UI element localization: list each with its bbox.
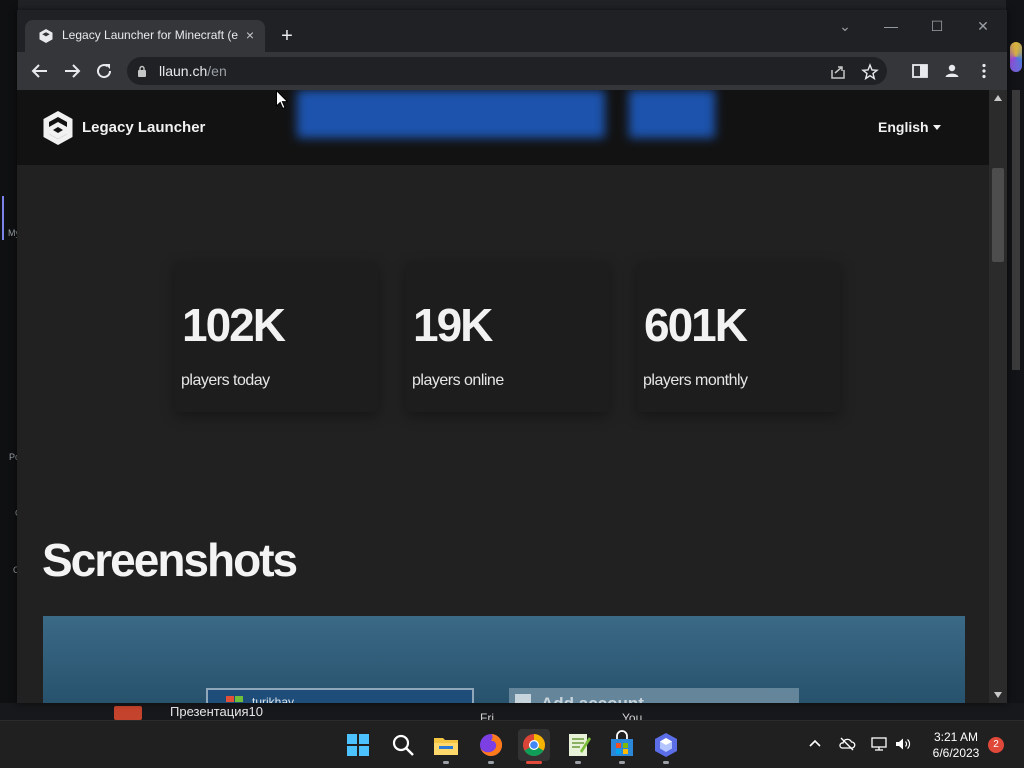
forward-arrow-icon[interactable]: [60, 59, 84, 83]
scrollbar-thumb[interactable]: [992, 168, 1004, 262]
stat-label: players monthly: [643, 372, 748, 389]
network-icon[interactable]: [870, 735, 888, 753]
preview-username: turikhay: [252, 695, 295, 703]
language-selector[interactable]: English: [878, 119, 929, 135]
profile-icon[interactable]: [943, 62, 961, 80]
url-host: llaun.ch: [159, 63, 208, 79]
taskbar-indicator: [575, 761, 581, 764]
blurred-secondary-button: [629, 90, 715, 138]
taskbar-indicator: [488, 761, 494, 764]
browser-tab[interactable]: Legacy Launcher for Minecraft (e ×: [25, 20, 265, 52]
microsoft-store-icon[interactable]: [606, 729, 638, 761]
taskbar-indicator: [663, 761, 669, 764]
back-arrow-icon[interactable]: [28, 59, 52, 83]
taskbar-indicator: [443, 761, 449, 764]
scroll-up-arrow-icon[interactable]: [994, 95, 1002, 101]
menu-kebab-icon[interactable]: [975, 62, 993, 80]
background-app-avatar: [1010, 42, 1022, 72]
background-app-scrollbar: [1012, 90, 1020, 370]
lock-icon[interactable]: [137, 65, 147, 77]
background-file-name: Презентация10: [170, 704, 263, 719]
notepad-plus-plus-icon[interactable]: [562, 729, 594, 761]
site-name-link[interactable]: Legacy Launcher: [82, 119, 205, 136]
volume-icon[interactable]: [894, 735, 912, 753]
tab-strip: Legacy Launcher for Minecraft (e × + ⌄ —…: [17, 10, 1007, 52]
stat-value: 102K: [182, 299, 286, 351]
background-app-titlebar: [0, 0, 1024, 10]
legacy-launcher-favicon-icon: [39, 29, 53, 43]
stat-card-players-monthly: 601K players monthly: [637, 262, 840, 412]
firefox-icon[interactable]: [475, 729, 507, 761]
background-app-active-marker: [2, 196, 4, 240]
powerpoint-icon: [114, 706, 142, 720]
url-path: /en: [207, 63, 227, 79]
copilot-icon[interactable]: [650, 729, 682, 761]
clock-date[interactable]: 6/6/2023: [920, 746, 992, 760]
browser-window: Legacy Launcher for Minecraft (e × + ⌄ —…: [17, 10, 1007, 703]
stat-card-players-online: 19K players online: [406, 262, 609, 412]
stat-value: 601K: [644, 299, 748, 351]
maximize-button[interactable]: ☐: [924, 15, 950, 37]
background-app-sidebar: My Po C C: [0, 0, 22, 704]
chevron-up-icon[interactable]: [806, 735, 824, 753]
reload-icon[interactable]: [92, 59, 116, 83]
preview-account-window: turikhay: [206, 688, 474, 703]
legacy-launcher-logo-icon[interactable]: [42, 110, 74, 146]
background-day-label: Fri: [480, 711, 494, 720]
stat-label: players today: [181, 372, 270, 389]
browser-toolbar: llaun.ch/en: [17, 52, 1007, 90]
preview-panel-title: Add account: [541, 694, 644, 703]
taskbar-indicator: [619, 761, 625, 764]
back-arrow-icon: ←: [515, 694, 531, 703]
stat-card-players-today: 102K players today: [175, 262, 378, 412]
share-icon[interactable]: [829, 63, 847, 81]
chrome-icon: [523, 734, 545, 756]
blurred-download-button: [297, 90, 605, 138]
cloud-offline-icon[interactable]: [838, 735, 856, 753]
preview-add-account-panel: ← Add account: [509, 688, 799, 703]
screenshots-heading: Screenshots: [42, 534, 298, 586]
tab-title: Legacy Launcher for Minecraft (e: [62, 28, 238, 42]
start-icon[interactable]: [342, 729, 374, 761]
windows-logo-icon: [226, 696, 243, 702]
background-app-bottom-strip: Презентация10 Fri You: [0, 703, 1024, 720]
tab-search-icon[interactable]: ⌄: [832, 15, 858, 37]
web-page: Legacy Launcher English 102K players tod…: [17, 90, 989, 703]
background-owner-label: You: [622, 711, 643, 720]
taskbar: 3:21 AM 6/6/2023 2: [0, 720, 1024, 768]
file-explorer-icon[interactable]: [430, 729, 462, 761]
side-panel-icon[interactable]: [911, 62, 929, 80]
page-scrollbar[interactable]: [989, 90, 1007, 703]
screenshot-preview[interactable]: turikhay ← Add account: [43, 616, 965, 703]
stat-value: 19K: [413, 299, 493, 351]
taskbar-indicator-active: [526, 761, 542, 764]
scroll-down-arrow-icon[interactable]: [994, 692, 1002, 698]
mouse-cursor-icon: [276, 90, 288, 110]
address-bar[interactable]: llaun.ch/en: [127, 57, 887, 85]
background-app-right-edge: [1006, 0, 1024, 720]
caret-down-icon[interactable]: [933, 125, 941, 130]
url-text: llaun.ch/en: [159, 63, 227, 79]
clock-time[interactable]: 3:21 AM: [920, 730, 992, 744]
close-window-button[interactable]: ✕: [970, 15, 996, 37]
stat-label: players online: [412, 372, 504, 389]
minimize-button[interactable]: —: [878, 15, 904, 37]
site-header: Legacy Launcher English: [17, 90, 989, 165]
chrome-taskbar-button[interactable]: [518, 729, 550, 761]
new-tab-button[interactable]: +: [275, 25, 299, 49]
search-icon[interactable]: [387, 729, 419, 761]
tab-close-icon[interactable]: ×: [241, 26, 259, 44]
bookmark-star-icon[interactable]: [861, 63, 879, 81]
notification-badge[interactable]: 2: [988, 737, 1004, 753]
